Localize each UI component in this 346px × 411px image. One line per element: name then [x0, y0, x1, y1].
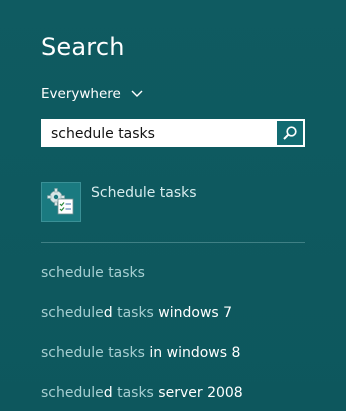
suggestion-match-text: tasks — [112, 305, 154, 321]
app-result-label: Schedule tasks — [91, 185, 197, 201]
suggestion-extra-text: windows 7 — [153, 305, 233, 321]
chevron-down-icon — [131, 90, 143, 97]
search-pane: Search Everywhere schedule tasks Schedul… — [0, 0, 346, 411]
suggestion-match-text: schedule tasks — [41, 265, 145, 281]
search-title: Search — [41, 33, 125, 61]
suggestion-extra-text: d — [103, 305, 113, 321]
suggestion-item[interactable]: scheduled tasks windows 7 — [41, 305, 232, 321]
suggestion-match-text: tasks — [112, 385, 154, 401]
search-button[interactable] — [277, 121, 303, 145]
search-scope-label: Everywhere — [41, 86, 121, 102]
results-divider — [41, 242, 305, 243]
suggestion-item[interactable]: schedule tasks — [41, 265, 145, 281]
suggestion-extra-text: in windows 8 — [144, 345, 241, 361]
search-box — [41, 119, 305, 148]
schedule-tasks-icon — [41, 182, 81, 222]
magnifier-icon — [283, 126, 297, 140]
suggestion-match-text: schedule — [41, 305, 104, 321]
search-scope-dropdown[interactable]: Everywhere — [41, 86, 143, 102]
suggestion-match-text: schedule — [41, 385, 104, 401]
app-result-schedule-tasks[interactable]: Schedule tasks — [41, 182, 197, 222]
suggestion-match-text: schedule tasks — [41, 345, 145, 361]
suggestion-item[interactable]: scheduled tasks server 2008 — [41, 385, 243, 401]
suggestion-extra-text: server 2008 — [153, 385, 243, 401]
suggestion-item[interactable]: schedule tasks in windows 8 — [41, 345, 240, 361]
search-input[interactable] — [42, 120, 276, 148]
suggestion-extra-text: d — [103, 385, 113, 401]
